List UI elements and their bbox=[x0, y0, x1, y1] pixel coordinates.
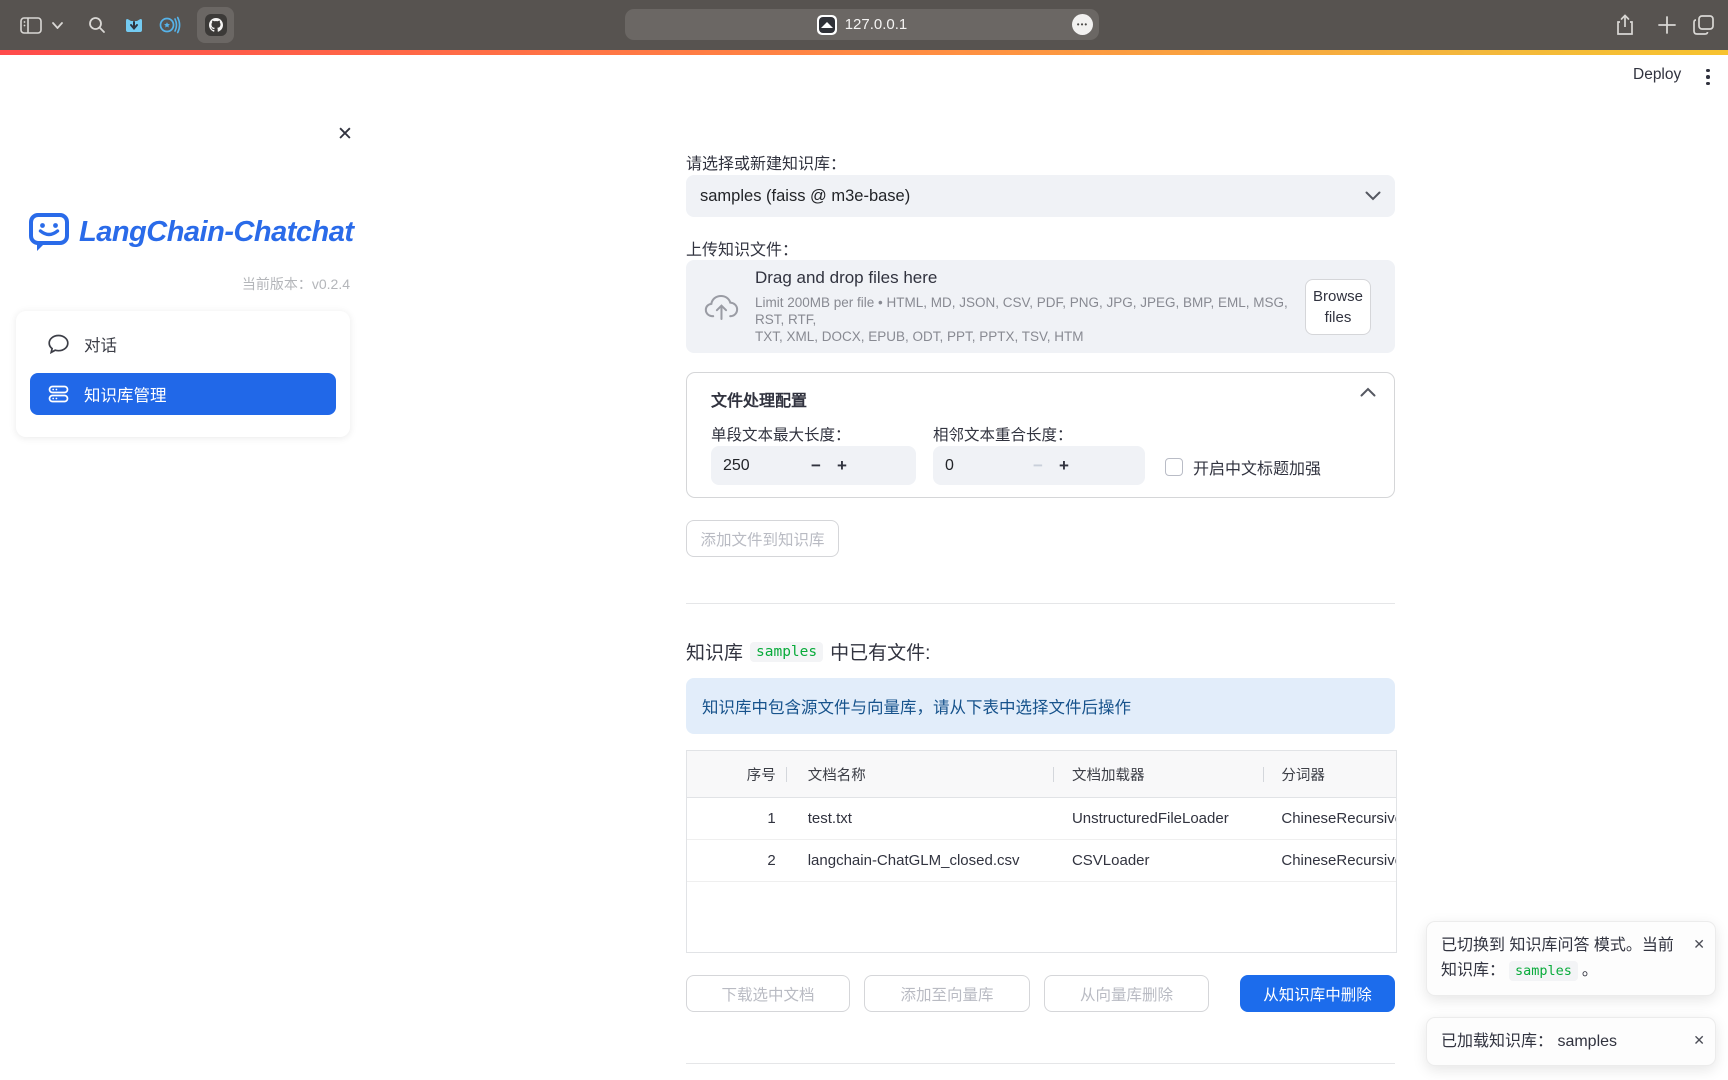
knowledge-base-icon bbox=[48, 384, 69, 404]
kb-name-code: samples bbox=[750, 642, 823, 662]
col-header-index[interactable]: 序号 bbox=[687, 764, 786, 785]
sidebar-item-knowledge-base[interactable]: 知识库管理 bbox=[30, 373, 336, 415]
sidebar-menu: 对话 知识库管理 bbox=[16, 311, 350, 437]
pinned-tab-circles-icon[interactable] bbox=[158, 0, 182, 50]
table-header-row[interactable]: 序号 文档名称 文档加载器 分词器 bbox=[687, 751, 1396, 798]
kb-heading-suffix: 中已有文件: bbox=[830, 638, 930, 665]
sidebar-close-icon[interactable]: ✕ bbox=[332, 121, 358, 147]
sidebar-item-label: 对话 bbox=[84, 332, 117, 356]
main-menu-kebab-icon[interactable] bbox=[1699, 65, 1717, 89]
cell-index: 1 bbox=[687, 810, 786, 827]
version-label: 当前版本：v0.2.4 bbox=[242, 274, 350, 294]
overlap-input[interactable]: − + bbox=[933, 446, 1145, 485]
toast-close-icon[interactable]: ✕ bbox=[1693, 1028, 1705, 1053]
dropzone-limit-line1: Limit 200MB per file • HTML, MD, JSON, C… bbox=[755, 294, 1305, 328]
checkbox-box[interactable] bbox=[1165, 458, 1183, 476]
cell-loader: UnstructuredFileLoader bbox=[1052, 810, 1261, 827]
dropzone-title: Drag and drop files here bbox=[755, 268, 1305, 288]
chunk-size-value[interactable] bbox=[723, 457, 803, 475]
sidebar-chevron-icon[interactable] bbox=[48, 0, 66, 50]
add-files-button[interactable]: 添加文件到知识库 bbox=[686, 520, 839, 557]
download-selected-button[interactable]: 下载选中文档 bbox=[686, 975, 850, 1012]
browse-files-button[interactable]: Browse files bbox=[1305, 279, 1371, 335]
kb-select-label: 请选择或新建知识库： bbox=[686, 150, 846, 174]
table-row[interactable]: 2 langchain-ChatGLM_closed.csv CSVLoader… bbox=[687, 840, 1396, 882]
toast-close-icon[interactable]: ✕ bbox=[1693, 932, 1705, 957]
chat-bubble-logo-icon bbox=[28, 210, 70, 254]
info-alert: 知识库中包含源文件与向量库，请从下表中选择文件后操作 bbox=[686, 678, 1395, 734]
sidebar: ✕ LangChain-Chatchat 当前版本：v0.2.4 对话 知 bbox=[0, 55, 368, 1080]
divider bbox=[686, 603, 1395, 604]
chunk-plus-button[interactable]: + bbox=[829, 456, 855, 476]
upload-label: 上传知识文件： bbox=[686, 236, 798, 260]
kb-heading-prefix: 知识库 bbox=[686, 638, 743, 665]
kb-files-heading: 知识库 samples 中已有文件: bbox=[686, 638, 930, 665]
file-dropzone[interactable]: Drag and drop files here Limit 200MB per… bbox=[686, 260, 1395, 353]
browser-toolbar: 127.0.0.1 ••• bbox=[0, 0, 1728, 50]
checkbox-label: 开启中文标题加强 bbox=[1193, 455, 1321, 479]
pinned-tab-github-icon[interactable] bbox=[197, 0, 234, 50]
tab-overview-icon[interactable] bbox=[1688, 0, 1718, 50]
kb-select-value: samples (faiss @ m3e-base) bbox=[700, 187, 910, 206]
chunk-size-label: 单段文本最大长度： bbox=[711, 423, 851, 445]
toast-text: 已加载知识库： samples bbox=[1441, 1029, 1701, 1054]
toast-kb-loaded: ✕ 已加载知识库： samples bbox=[1426, 1017, 1716, 1066]
delete-from-kb-button[interactable]: 从知识库中删除 bbox=[1240, 975, 1395, 1012]
zh-title-enhance-checkbox[interactable]: 开启中文标题加强 bbox=[1165, 455, 1321, 479]
chevron-up-icon[interactable] bbox=[1360, 387, 1376, 397]
toast-text-suffix: 。 bbox=[1582, 962, 1598, 979]
sidebar-item-label: 知识库管理 bbox=[84, 382, 167, 406]
cell-loader: CSVLoader bbox=[1052, 852, 1261, 869]
cell-splitter: ChineseRecursiveT bbox=[1261, 810, 1396, 827]
cell-splitter: ChineseRecursiveT bbox=[1261, 852, 1396, 869]
header-divider bbox=[786, 767, 787, 782]
chunk-size-input[interactable]: − + bbox=[711, 446, 916, 485]
deploy-button[interactable]: Deploy bbox=[1633, 66, 1681, 84]
chevron-down-icon bbox=[1365, 191, 1381, 201]
table-row[interactable]: 1 test.txt UnstructuredFileLoader Chines… bbox=[687, 798, 1396, 840]
share-icon[interactable] bbox=[1611, 0, 1639, 50]
table-actions: 下载选中文档 添加至向量库 从向量库删除 从知识库中删除 bbox=[686, 975, 1395, 1012]
app-logo-text: LangChain-Chatchat bbox=[79, 216, 354, 249]
divider bbox=[686, 1063, 1395, 1064]
col-header-loader[interactable]: 文档加载器 bbox=[1052, 764, 1261, 785]
overlap-label: 相邻文本重合长度： bbox=[933, 423, 1073, 445]
file-config-expander: 文件处理配置 单段文本最大长度： − + 相邻文本重合长度： − + 开启中文标… bbox=[686, 372, 1395, 498]
dropzone-texts: Drag and drop files here Limit 200MB per… bbox=[755, 268, 1305, 345]
add-to-vector-button[interactable]: 添加至向量库 bbox=[864, 975, 1030, 1012]
expander-title[interactable]: 文件处理配置 bbox=[711, 387, 1374, 411]
search-icon[interactable] bbox=[84, 0, 110, 50]
pinned-tab-cat-icon[interactable] bbox=[122, 0, 146, 50]
site-favicon bbox=[817, 15, 837, 35]
cloud-upload-icon bbox=[704, 290, 739, 324]
info-text: 知识库中包含源文件与向量库，请从下表中选择文件后操作 bbox=[702, 694, 1131, 718]
chunk-minus-button[interactable]: − bbox=[803, 456, 829, 476]
address-bar-more-icon[interactable]: ••• bbox=[1072, 14, 1093, 35]
url-text: 127.0.0.1 bbox=[845, 16, 908, 33]
delete-from-vector-button[interactable]: 从向量库删除 bbox=[1044, 975, 1209, 1012]
new-tab-icon[interactable] bbox=[1653, 0, 1681, 50]
header-divider bbox=[1263, 767, 1264, 782]
overlap-value[interactable] bbox=[945, 457, 1025, 475]
toast-kb-code: samples bbox=[1509, 961, 1578, 981]
toast-text: 已切换到 知识库问答 模式。当前知识库：samples。 bbox=[1441, 933, 1701, 984]
kb-select[interactable]: samples (faiss @ m3e-base) bbox=[686, 175, 1395, 217]
cell-index: 2 bbox=[687, 852, 786, 869]
files-table: 序号 文档名称 文档加载器 分词器 1 test.txt Unstructure… bbox=[686, 750, 1397, 953]
header-divider bbox=[1053, 767, 1054, 782]
address-bar[interactable]: 127.0.0.1 ••• bbox=[625, 9, 1099, 40]
sidebar-toggle-icon[interactable] bbox=[16, 0, 46, 50]
sidebar-item-dialogue[interactable]: 对话 bbox=[30, 323, 336, 365]
overlap-plus-button[interactable]: + bbox=[1051, 456, 1077, 476]
overlap-minus-button[interactable]: − bbox=[1025, 456, 1051, 476]
cell-docname: test.txt bbox=[786, 810, 1052, 827]
col-header-splitter[interactable]: 分词器 bbox=[1261, 764, 1396, 785]
app-logo: LangChain-Chatchat bbox=[28, 210, 354, 254]
toast-mode-switched: ✕ 已切换到 知识库问答 模式。当前知识库：samples。 bbox=[1426, 921, 1716, 996]
dropzone-limit-line2: TXT, XML, DOCX, EPUB, ODT, PPT, PPTX, TS… bbox=[755, 328, 1305, 345]
col-header-docname[interactable]: 文档名称 bbox=[786, 764, 1052, 785]
chat-icon bbox=[48, 334, 69, 354]
cell-docname: langchain-ChatGLM_closed.csv bbox=[786, 852, 1052, 869]
